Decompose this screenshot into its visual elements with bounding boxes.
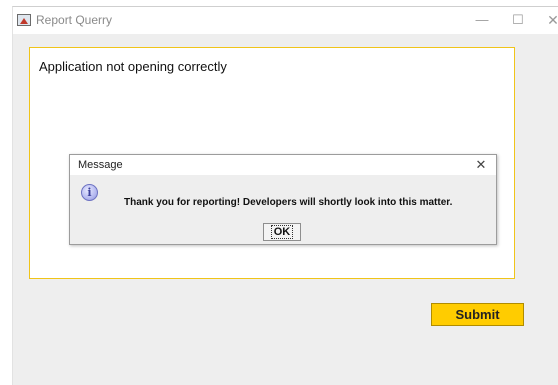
window-titlebar[interactable]: Report Querry — ☐ ✕: [13, 7, 558, 34]
submit-button[interactable]: Submit: [431, 303, 524, 326]
minimize-button[interactable]: —: [467, 10, 497, 30]
close-button[interactable]: ✕: [538, 10, 558, 30]
window-title: Report Querry: [36, 13, 113, 27]
dialog-titlebar[interactable]: Message ✕: [70, 155, 496, 175]
dialog-close-button[interactable]: ✕: [474, 156, 488, 174]
info-icon: i: [81, 184, 98, 201]
ok-button-label: OK: [270, 225, 294, 239]
maximize-button[interactable]: ☐: [503, 10, 533, 30]
report-text: Application not opening correctly: [39, 59, 227, 74]
java-app-icon: [17, 14, 31, 26]
report-querry-window: Report Querry — ☐ ✕ Application not open…: [12, 6, 558, 385]
dialog-message: Thank you for reporting! Developers will…: [124, 197, 453, 208]
ok-button[interactable]: OK: [263, 223, 301, 241]
dialog-title: Message: [78, 159, 123, 171]
message-dialog: Message ✕ i Thank you for reporting! Dev…: [69, 154, 497, 245]
